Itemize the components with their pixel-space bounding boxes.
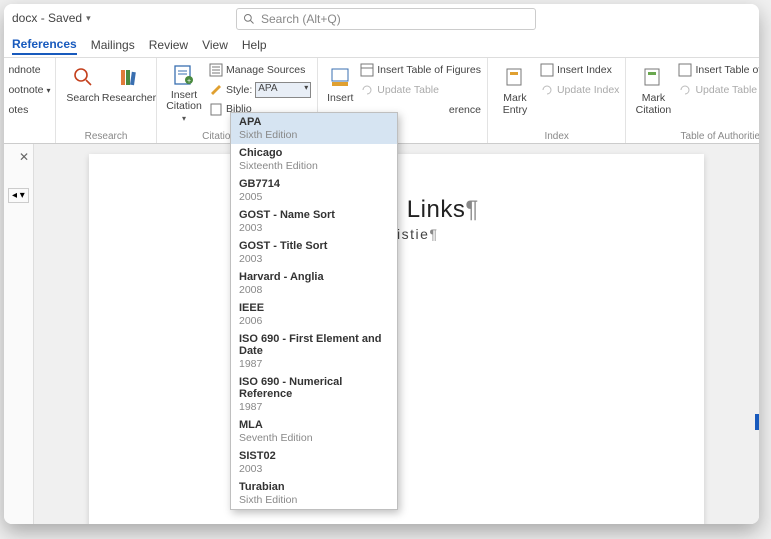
style-option-gost-name-sort[interactable]: GOST - Name Sort2003 [231,206,397,237]
search-button[interactable]: Search [62,61,104,123]
tab-mailings[interactable]: Mailings [91,36,135,54]
style-option-gost-title-sort[interactable]: GOST - Title Sort2003 [231,237,397,268]
style-option-mla[interactable]: MLASeventh Edition [231,416,397,447]
style-combobox[interactable]: APA▾ [255,82,311,98]
style-option-sub: 2006 [239,315,389,327]
collapse-button[interactable]: ◂ ▾ [8,188,29,203]
group-captions-label [401,130,404,142]
mark-citation-icon [642,66,664,88]
style-option-sub: 2005 [239,191,389,203]
caption-icon [329,66,351,88]
style-option-harvard-anglia[interactable]: Harvard - Anglia2008 [231,268,397,299]
insert-index-button[interactable]: Insert Index [540,61,619,79]
update-toa-button: Update Table [678,81,759,99]
show-notes-button[interactable]: otes [8,101,50,119]
group-authorities-label: Table of Authorities [681,130,759,142]
group-index-label: Index [544,130,568,142]
group-footnotes-label [28,130,31,142]
mark-entry-icon [504,66,526,88]
mark-entry-button[interactable]: Mark Entry [494,61,536,123]
style-option-name: GB7714 [239,178,389,190]
style-option-chicago[interactable]: ChicagoSixteenth Edition [231,144,397,175]
pencil-icon [209,81,223,95]
refresh-icon [678,83,692,97]
style-option-sub: 2003 [239,253,389,265]
researcher-button[interactable]: Researcher [108,61,150,123]
citation-icon: + [172,63,196,87]
style-option-sub: 1987 [239,358,389,370]
style-option-gb7714[interactable]: GB77142005 [231,175,397,206]
tab-help[interactable]: Help [242,36,267,54]
insert-citation-button[interactable]: + Insert Citation ▾ [163,61,205,123]
svg-text:+: + [187,78,191,85]
style-option-name: SIST02 [239,450,389,462]
insert-toa-button[interactable]: Insert Table of Authorities [678,61,759,79]
search-placeholder: Search (Alt+Q) [261,12,341,26]
group-research-label: Research [85,130,128,142]
update-index-button: Update Index [540,81,619,99]
style-option-ieee[interactable]: IEEE2006 [231,299,397,330]
refresh-icon [360,83,374,97]
chevron-down-icon[interactable]: ▾ [86,13,91,24]
refresh-icon [540,83,554,97]
file-name: docx [12,11,37,25]
list-icon [209,63,223,77]
chevron-down-icon: ▾ [182,114,186,123]
search-icon [72,66,94,88]
style-option-name: Chicago [239,147,389,159]
search-input[interactable]: Search (Alt+Q) [236,8,536,30]
search-icon [243,13,255,25]
style-option-name: GOST - Name Sort [239,209,389,221]
style-option-sub: Sixth Edition [239,494,389,506]
style-option-name: Turabian [239,481,389,493]
style-option-sub: 2003 [239,463,389,475]
style-option-name: MLA [239,419,389,431]
mark-citation-button[interactable]: Mark Citation [632,61,674,123]
book-icon [209,102,223,116]
save-status: Saved [48,11,82,25]
table-icon [678,63,692,77]
books-icon [118,66,140,88]
style-option-sub: Sixteenth Edition [239,160,389,172]
style-option-sub: 1987 [239,401,389,413]
style-option-sub: 2003 [239,222,389,234]
manage-sources-button[interactable]: Manage Sources [209,61,311,79]
style-option-name: ISO 690 - First Element and Date [239,333,389,357]
insert-endnote-button[interactable]: ndnote [8,61,50,79]
next-footnote-button[interactable]: ootnote ▾ [8,81,50,99]
ribbon-tabs: References Mailings Review View Help [4,32,759,58]
update-table-button: Update Table [360,81,481,99]
style-option-name: APA [239,116,389,128]
style-option-iso-690-numerical-reference[interactable]: ISO 690 - Numerical Reference1987 [231,373,397,416]
style-option-apa[interactable]: APASixth Edition [231,113,397,144]
style-dropdown-menu: APASixth EditionChicagoSixteenth Edition… [230,112,398,510]
navigation-pane: ✕ ◂ ▾ [4,144,34,524]
style-option-sub: Seventh Edition [239,432,389,444]
style-option-sub: Sixth Edition [239,129,389,141]
style-option-turabian[interactable]: TurabianSixth Edition [231,478,397,509]
close-icon[interactable]: ✕ [8,150,29,164]
style-option-name: Harvard - Anglia [239,271,389,283]
style-option-sist02[interactable]: SIST022003 [231,447,397,478]
tab-view[interactable]: View [202,36,228,54]
tab-references[interactable]: References [12,35,77,55]
style-option-sub: 2008 [239,284,389,296]
tab-review[interactable]: Review [149,36,188,54]
style-selector[interactable]: Style: APA▾ [209,81,311,98]
style-option-name: IEEE [239,302,389,314]
style-option-name: GOST - Title Sort [239,240,389,252]
index-icon [540,63,554,77]
insert-table-figures-button[interactable]: Insert Table of Figures [360,61,481,79]
style-option-iso-690-first-element-and-date[interactable]: ISO 690 - First Element and Date1987 [231,330,397,373]
table-icon [360,63,374,77]
ruler-marker[interactable] [755,414,759,430]
style-option-name: ISO 690 - Numerical Reference [239,376,389,400]
